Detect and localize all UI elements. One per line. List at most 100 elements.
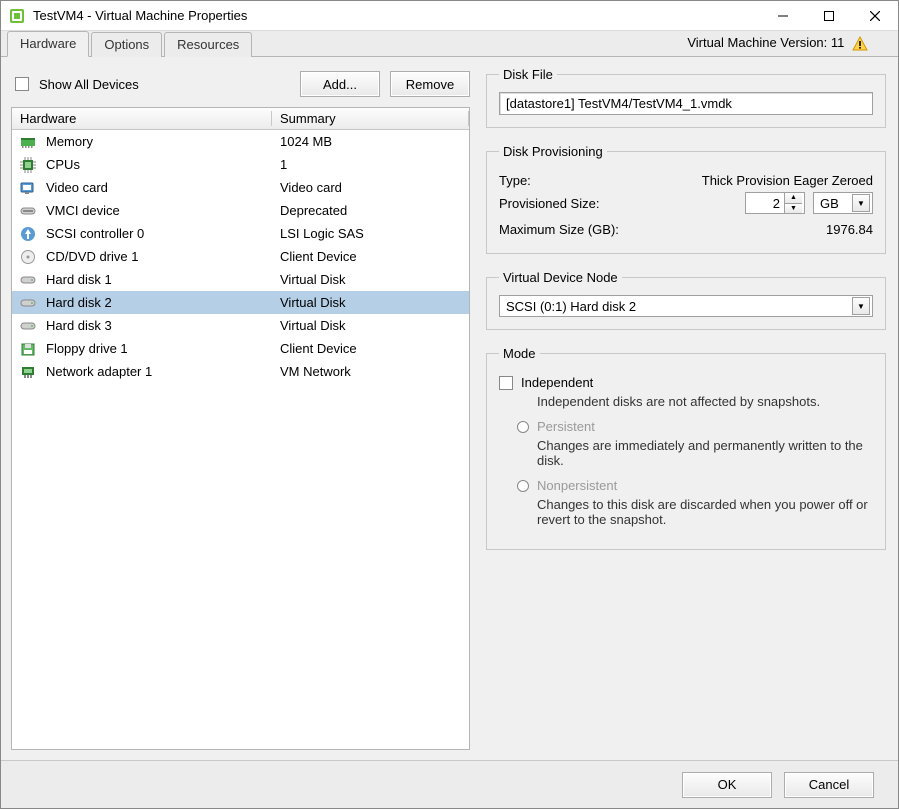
prov-type-value: Thick Provision Eager Zeroed (702, 173, 873, 188)
prov-type-label: Type: (499, 173, 702, 188)
add-button[interactable]: Add... (300, 71, 380, 97)
table-row[interactable]: Floppy drive 1 Client Device (12, 337, 469, 360)
nic-icon (20, 364, 36, 380)
prov-size-label: Provisioned Size: (499, 196, 745, 211)
disk-file-path-text: [datastore1] TestVM4/TestVM4_1.vmdk (506, 96, 732, 111)
independent-desc: Independent disks are not affected by sn… (537, 394, 873, 409)
hw-name: SCSI controller 0 (46, 226, 144, 241)
cancel-button[interactable]: Cancel (784, 772, 874, 798)
mode-legend: Mode (499, 346, 540, 361)
hw-name: VMCI device (46, 203, 120, 218)
show-all-devices-checkbox[interactable] (15, 77, 29, 91)
disk-icon (20, 318, 36, 334)
vdev-value: SCSI (0:1) Hard disk 2 (506, 299, 636, 314)
hw-summary: Client Device (272, 249, 469, 264)
persistent-label: Persistent (537, 419, 595, 434)
table-row[interactable]: Video card Video card (12, 176, 469, 199)
hw-summary: 1 (272, 157, 469, 172)
maximize-button[interactable] (806, 1, 852, 31)
close-button[interactable] (852, 1, 898, 31)
table-row[interactable]: Hard disk 1 Virtual Disk (12, 268, 469, 291)
max-size-label: Maximum Size (GB): (499, 222, 826, 237)
tab-bar: Hardware Options Resources Virtual Machi… (1, 31, 898, 57)
vm-version-label: Virtual Machine Version: 11 (687, 35, 868, 52)
hw-name: CD/DVD drive 1 (46, 249, 138, 264)
table-row[interactable]: Hard disk 3 Virtual Disk (12, 314, 469, 337)
tab-resources[interactable]: Resources (164, 32, 252, 57)
hw-name: Hard disk 2 (46, 295, 112, 310)
max-size-value: 1976.84 (826, 222, 873, 237)
cpu-icon (20, 157, 36, 173)
prov-size-spinner[interactable]: ▲▼ (745, 192, 805, 214)
hw-summary: Virtual Disk (272, 272, 469, 287)
tab-hardware[interactable]: Hardware (7, 31, 89, 57)
vmci-icon (20, 203, 36, 219)
col-hardware[interactable]: Hardware (12, 111, 272, 126)
hw-name: Floppy drive 1 (46, 341, 128, 356)
title-bar: TestVM4 - Virtual Machine Properties (1, 1, 898, 31)
table-row[interactable]: VMCI device Deprecated (12, 199, 469, 222)
video-icon (20, 180, 36, 196)
virtual-device-node-group: Virtual Device Node SCSI (0:1) Hard disk… (486, 270, 886, 330)
hw-name: CPUs (46, 157, 80, 172)
hw-summary: Video card (272, 180, 469, 195)
hardware-table-body: Memory 1024 MB CPUs 1 Video card Video card VM… (12, 130, 469, 749)
table-row[interactable]: CPUs 1 (12, 153, 469, 176)
persistent-radio[interactable] (517, 421, 529, 433)
vm-properties-window: TestVM4 - Virtual Machine Properties Har… (0, 0, 899, 809)
remove-button[interactable]: Remove (390, 71, 470, 97)
hw-summary: Client Device (272, 341, 469, 356)
hw-name: Hard disk 3 (46, 318, 112, 333)
tab-options[interactable]: Options (91, 32, 162, 57)
nonpersistent-radio[interactable] (517, 480, 529, 492)
prov-size-unit-select[interactable]: GB ▼ (813, 192, 873, 214)
disk-icon (20, 272, 36, 288)
show-all-devices-label: Show All Devices (39, 77, 139, 92)
disk-file-legend: Disk File (499, 67, 557, 82)
vm-version-text: Virtual Machine Version: 11 (687, 35, 844, 50)
independent-checkbox[interactable] (499, 376, 513, 390)
hw-name: Hard disk 1 (46, 272, 112, 287)
nonpersistent-desc: Changes to this disk are discarded when … (537, 497, 873, 527)
minimize-button[interactable] (760, 1, 806, 31)
hardware-table-header: Hardware Summary (12, 108, 469, 130)
hw-name: Network adapter 1 (46, 364, 152, 379)
vdev-legend: Virtual Device Node (499, 270, 622, 285)
disk-provisioning-legend: Disk Provisioning (499, 144, 607, 159)
warning-icon (852, 36, 868, 52)
disk-file-path-field[interactable]: [datastore1] TestVM4/TestVM4_1.vmdk (499, 92, 873, 115)
prov-size-unit-value: GB (820, 196, 839, 211)
table-row[interactable]: Hard disk 2 Virtual Disk (12, 291, 469, 314)
hw-summary: LSI Logic SAS (272, 226, 469, 241)
table-row[interactable]: CD/DVD drive 1 Client Device (12, 245, 469, 268)
hw-name: Video card (46, 180, 108, 195)
hw-summary: 1024 MB (272, 134, 469, 149)
persistent-desc: Changes are immediately and permanently … (537, 438, 873, 468)
prov-size-input[interactable] (746, 193, 784, 213)
hw-summary: Deprecated (272, 203, 469, 218)
disk-icon (20, 295, 36, 311)
vsphere-icon (9, 8, 25, 24)
table-row[interactable]: SCSI controller 0 LSI Logic SAS (12, 222, 469, 245)
memory-icon (20, 134, 36, 150)
col-summary[interactable]: Summary (272, 111, 469, 126)
table-row[interactable]: Network adapter 1 VM Network (12, 360, 469, 383)
hw-summary: VM Network (272, 364, 469, 379)
hw-summary: Virtual Disk (272, 318, 469, 333)
spinner-down-icon[interactable]: ▼ (785, 204, 802, 214)
disk-provisioning-group: Disk Provisioning Type: Thick Provision … (486, 144, 886, 254)
hardware-table: Hardware Summary Memory 1024 MB CPUs 1 Video… (11, 107, 470, 750)
hw-summary: Virtual Disk (272, 295, 469, 310)
spinner-up-icon[interactable]: ▲ (785, 193, 802, 204)
ok-button[interactable]: OK (682, 772, 772, 798)
mode-group: Mode Independent Independent disks are n… (486, 346, 886, 550)
vdev-select[interactable]: SCSI (0:1) Hard disk 2 ▼ (499, 295, 873, 317)
table-row[interactable]: Memory 1024 MB (12, 130, 469, 153)
chevron-down-icon: ▼ (852, 194, 870, 212)
cd-icon (20, 249, 36, 265)
nonpersistent-label: Nonpersistent (537, 478, 617, 493)
hw-name: Memory (46, 134, 93, 149)
chevron-down-icon: ▼ (852, 297, 870, 315)
independent-label: Independent (521, 375, 593, 390)
dialog-footer: OK Cancel (1, 760, 898, 808)
